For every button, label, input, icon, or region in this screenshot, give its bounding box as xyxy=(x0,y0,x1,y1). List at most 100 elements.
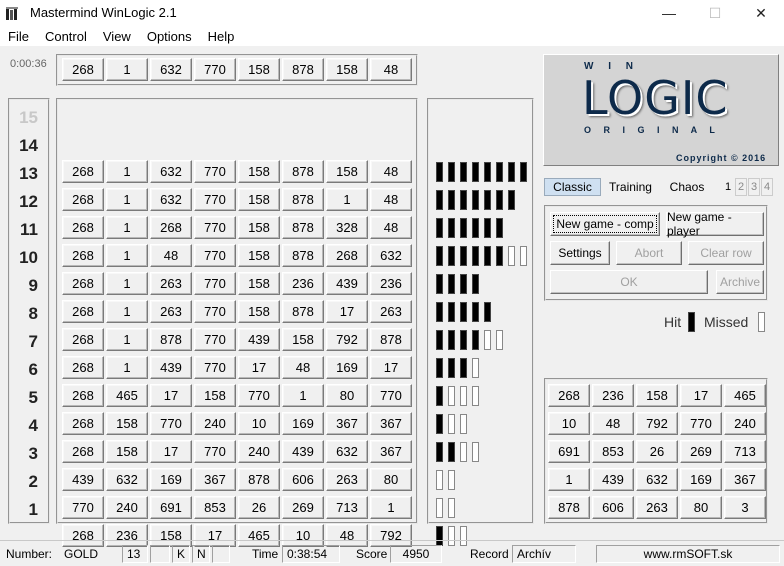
palette-number-button[interactable]: 439 xyxy=(592,468,634,491)
palette-number-button[interactable]: 268 xyxy=(548,384,590,407)
palette-number-button[interactable]: 269 xyxy=(680,440,722,463)
guess-number: 263 xyxy=(150,300,192,323)
secret-number: 1 xyxy=(106,58,148,81)
palette-number-button[interactable]: 1 xyxy=(548,468,590,491)
hit-peg xyxy=(496,246,503,266)
menu-options[interactable]: Options xyxy=(139,29,200,44)
menu-control[interactable]: Control xyxy=(37,29,95,44)
hit-peg xyxy=(472,302,479,322)
palette-number-button[interactable]: 169 xyxy=(680,468,722,491)
ok-button[interactable]: OK xyxy=(550,270,708,294)
guess-number: 268 xyxy=(62,440,104,463)
palette-number-button[interactable]: 48 xyxy=(592,412,634,435)
guess-number: 1 xyxy=(106,160,148,183)
palette-number-button[interactable]: 770 xyxy=(680,412,722,435)
hit-peg xyxy=(460,302,467,322)
guess-number: 158 xyxy=(238,272,280,295)
hit-peg xyxy=(448,218,455,238)
page-tab-1[interactable]: 1 xyxy=(722,178,734,196)
hit-peg xyxy=(448,330,455,350)
hit-peg xyxy=(448,190,455,210)
guess-number: 169 xyxy=(150,468,192,491)
palette-number-button[interactable]: 367 xyxy=(724,468,766,491)
palette-number-button[interactable]: 632 xyxy=(636,468,678,491)
guess-number: 48 xyxy=(370,216,412,239)
archive-button[interactable]: Archive xyxy=(716,270,764,294)
close-icon[interactable]: ✕ xyxy=(738,0,784,26)
row-number: 12 xyxy=(19,192,38,211)
palette-number-button[interactable]: 17 xyxy=(680,384,722,407)
n-indicator: N xyxy=(192,545,210,563)
row-number: 4 xyxy=(28,416,38,435)
guess-number: 770 xyxy=(194,272,236,295)
guess-number: 268 xyxy=(62,356,104,379)
palette-number-button[interactable]: 792 xyxy=(636,412,678,435)
tab-training[interactable]: Training xyxy=(604,178,657,196)
guess-number: 713 xyxy=(326,496,368,519)
guess-number: 240 xyxy=(194,412,236,435)
elapsed-timer: 0:00:36 xyxy=(10,58,47,70)
hit-legend-peg xyxy=(688,312,695,332)
palette-number-button[interactable]: 691 xyxy=(548,440,590,463)
palette-number-button[interactable]: 236 xyxy=(592,384,634,407)
guess-number: 26 xyxy=(238,496,280,519)
palette-number-button[interactable]: 263 xyxy=(636,496,678,519)
website-link[interactable]: www.rmSOFT.sk xyxy=(596,545,780,563)
guess-number: 439 xyxy=(326,272,368,295)
number-label: Number: xyxy=(6,547,53,561)
clear-row-button[interactable]: Clear row xyxy=(688,241,764,265)
palette-number-button[interactable]: 606 xyxy=(592,496,634,519)
guess-number: 1 xyxy=(106,300,148,323)
palette-number-button[interactable]: 158 xyxy=(636,384,678,407)
palette-number-button[interactable]: 10 xyxy=(548,412,590,435)
palette-number-button[interactable]: 853 xyxy=(592,440,634,463)
hit-peg xyxy=(472,162,479,182)
secret-number: 48 xyxy=(370,58,412,81)
guess-number: 10 xyxy=(282,524,324,547)
guess-number: 691 xyxy=(150,496,192,519)
page-tab-2[interactable]: 2 xyxy=(735,178,747,196)
new-game-comp-button[interactable]: New game - comp xyxy=(550,212,660,236)
guess-number: 158 xyxy=(238,160,280,183)
hit-peg xyxy=(460,358,467,378)
palette-number-button[interactable]: 465 xyxy=(724,384,766,407)
page-tab-3[interactable]: 3 xyxy=(748,178,760,196)
palette-number-button[interactable]: 26 xyxy=(636,440,678,463)
palette-number-button[interactable]: 80 xyxy=(680,496,722,519)
guess-number: 632 xyxy=(370,244,412,267)
miss-peg xyxy=(508,246,515,266)
menu-help[interactable]: Help xyxy=(200,29,243,44)
tab-chaos[interactable]: Chaos xyxy=(662,178,712,196)
miss-peg xyxy=(448,386,455,406)
menu-view[interactable]: View xyxy=(95,29,139,44)
palette-number-button[interactable]: 878 xyxy=(548,496,590,519)
hit-peg xyxy=(472,274,479,294)
hit-peg xyxy=(460,190,467,210)
menu-file[interactable]: File xyxy=(0,29,37,44)
time-value: 0:38:54 xyxy=(282,545,340,563)
palette-number-button[interactable]: 240 xyxy=(724,412,766,435)
guess-number: 770 xyxy=(194,188,236,211)
palette-number-button[interactable]: 713 xyxy=(724,440,766,463)
miss-peg xyxy=(472,442,479,462)
guess-number: 263 xyxy=(326,468,368,491)
row-number: 2 xyxy=(28,472,38,491)
hit-peg xyxy=(460,330,467,350)
guess-number: 268 xyxy=(62,524,104,547)
hit-peg xyxy=(436,442,443,462)
guess-number: 465 xyxy=(106,384,148,407)
new-game-player-button[interactable]: New game - player xyxy=(666,210,764,238)
k-indicator: K xyxy=(172,545,190,563)
settings-button[interactable]: Settings xyxy=(550,241,610,265)
guess-number: 367 xyxy=(194,468,236,491)
abort-button[interactable]: Abort xyxy=(616,241,682,265)
page-tab-4[interactable]: 4 xyxy=(761,178,773,196)
tab-classic[interactable]: Classic xyxy=(544,178,601,196)
miss-peg xyxy=(436,498,443,518)
minimize-icon[interactable]: — xyxy=(646,0,692,26)
logo-main-text: LOGIC xyxy=(582,71,729,125)
secret-number: 878 xyxy=(282,58,324,81)
hit-peg xyxy=(460,162,467,182)
row-number: 3 xyxy=(28,444,38,463)
palette-number-button[interactable]: 3 xyxy=(724,496,766,519)
